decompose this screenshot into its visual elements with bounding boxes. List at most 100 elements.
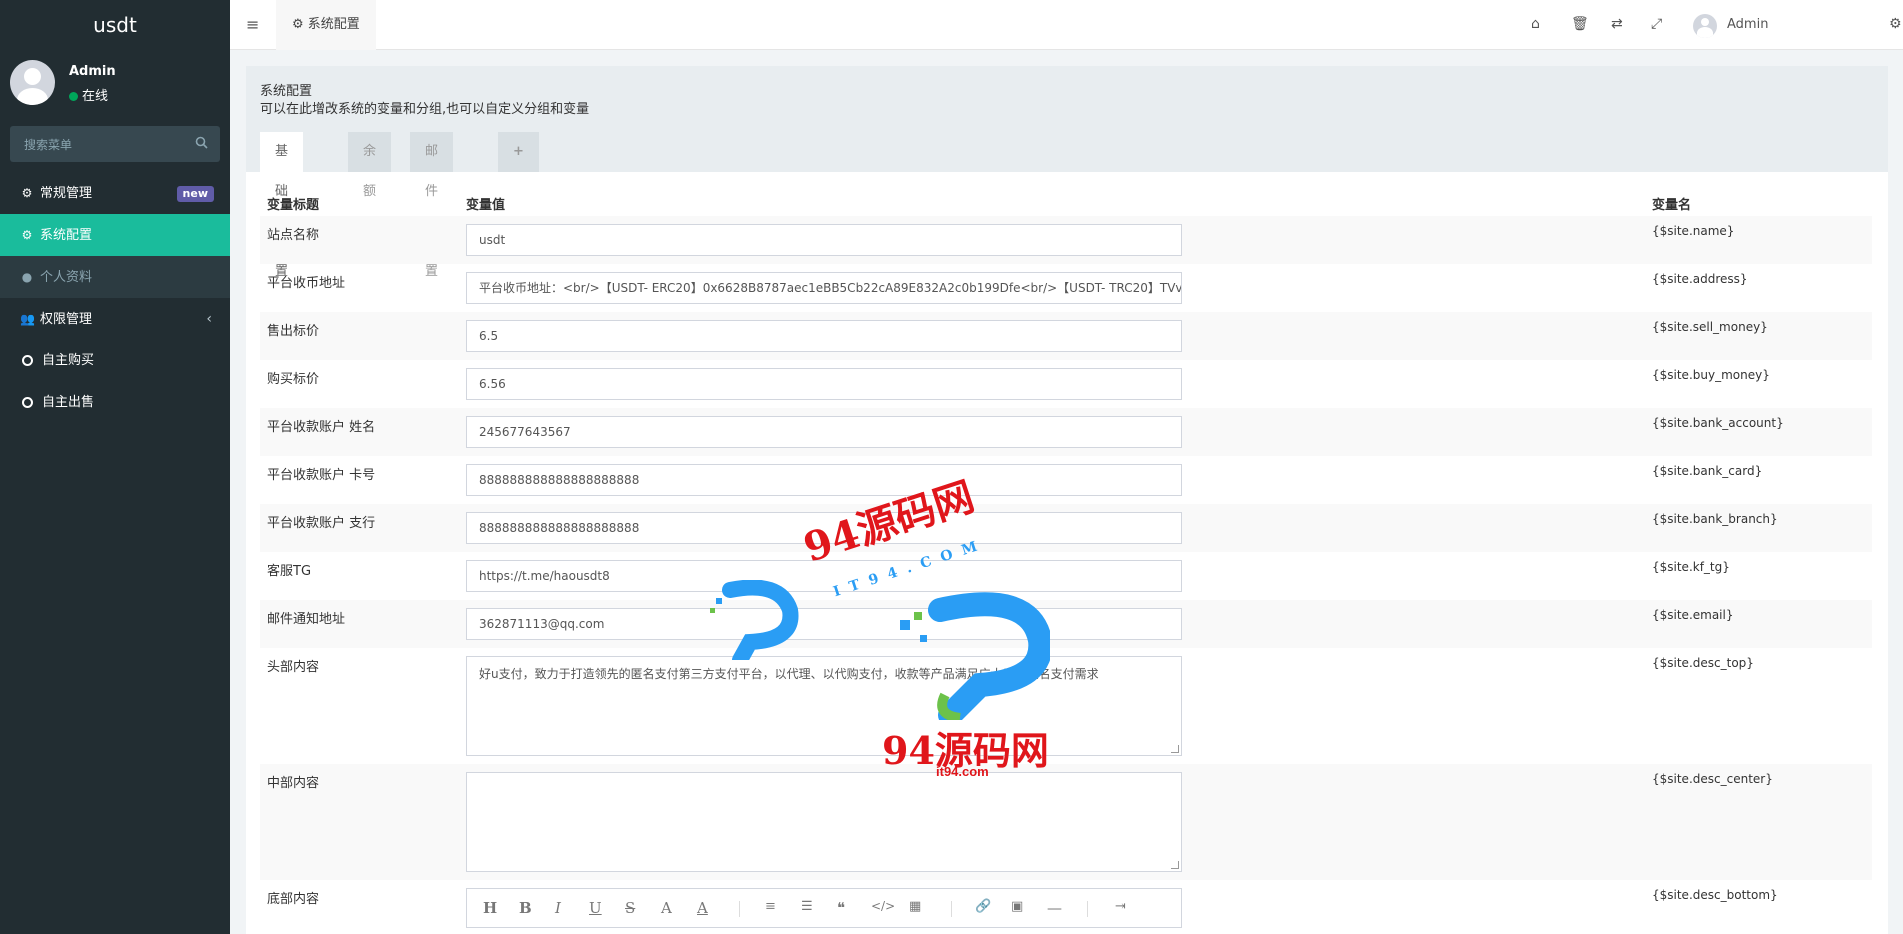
table-row: 底部内容 H B I U S A A ≡ ☰ ❝ </> ▦ 🔗 ▣ — ⇥ {… <box>260 880 1872 934</box>
toolbar-divider <box>951 901 952 917</box>
language-icon[interactable]: ⇄ <box>1611 16 1623 32</box>
resize-grip-icon[interactable] <box>1171 861 1179 869</box>
ordered-list-icon[interactable]: ≡ <box>765 899 776 914</box>
italic-icon[interactable]: I <box>555 899 561 917</box>
row-label: 底部内容 <box>267 892 320 907</box>
panel-heading: 系统配置 可以在此增改系统的变量和分组,也可以自定义分组和变量 基础配置 余额 … <box>246 66 1888 279</box>
row-label: 平台收币地址 <box>267 276 346 291</box>
row-var-name: {$site.desc_top} <box>1652 656 1754 670</box>
row-label: 购买标价 <box>267 372 320 387</box>
sell-price-input[interactable]: 6.5 <box>466 320 1182 352</box>
table-row: 平台收币地址 平台收币地址：<br/>【USDT- ERC20】0x6628B8… <box>260 264 1872 312</box>
header-avatar[interactable] <box>1693 14 1717 38</box>
table-row: 平台收款账户 支行 888888888888888888888 {$site.b… <box>260 504 1872 552</box>
row-var-name: {$site.desc_bottom} <box>1652 888 1778 902</box>
sidebar-item-system-config[interactable]: ⚙ 系统配置 <box>0 214 230 256</box>
table-row: 客服TG https://t.me/haousdt8 {$site.kf_tg} <box>260 552 1872 600</box>
sidebar-item-self-sell[interactable]: 自主出售 <box>0 382 230 424</box>
image-icon[interactable]: ▣ <box>1011 899 1023 914</box>
kf-tg-input[interactable]: https://t.me/haousdt8 <box>466 560 1182 592</box>
top-header: ≡ ⚙ 系统配置 ⌂ 🗑 ⇄ ⤢ Admin ⚙ <box>230 0 1903 50</box>
user-name: Admin <box>69 64 116 79</box>
email-input[interactable]: 362871113@qq.com <box>466 608 1182 640</box>
unordered-list-icon[interactable]: ☰ <box>801 899 813 914</box>
tab-system-config[interactable]: ⚙ 系统配置 <box>276 0 376 50</box>
fullscreen-icon[interactable]: ⤢ <box>1651 16 1662 32</box>
row-var-name: {$site.buy_money} <box>1652 368 1770 382</box>
row-var-name: {$site.address} <box>1652 272 1748 286</box>
desc-top-textarea[interactable]: 好u支付，致力于打造领先的匿名支付第三方支付平台，以代理、以代购支付，收款等产品… <box>466 656 1182 756</box>
underline-icon[interactable]: U <box>589 899 602 917</box>
strikethrough-icon[interactable]: S <box>625 899 635 917</box>
table-row: 邮件通知地址 362871113@qq.com {$site.email} <box>260 600 1872 648</box>
heading-icon[interactable]: H <box>483 899 497 917</box>
sidebar-item-self-buy[interactable]: 自主购买 <box>0 340 230 382</box>
bank-account-input[interactable]: 245677643567 <box>466 416 1182 448</box>
sidebar-item-profile[interactable]: ● 个人资料 <box>0 256 230 298</box>
menu-toggle-icon[interactable]: ≡ <box>246 15 259 34</box>
online-dot-icon <box>69 92 78 101</box>
toolbar-divider <box>739 901 740 917</box>
sidebar-item-permissions[interactable]: 👥 权限管理 ‹ <box>0 298 230 340</box>
user-avatar <box>10 60 55 105</box>
config-panel: 系统配置 可以在此增改系统的变量和分组,也可以自定义分组和变量 基础配置 余额 … <box>246 66 1888 934</box>
user-panel: Admin 在线 <box>0 50 230 120</box>
user-status: 在线 <box>69 85 108 104</box>
settings-icon[interactable]: ⚙ <box>1889 16 1902 32</box>
add-group-button[interactable]: + <box>498 132 539 172</box>
table-row: 平台收款账户 姓名 245677643567 {$site.bank_accou… <box>260 408 1872 456</box>
tab-balance[interactable]: 余额 <box>348 132 392 199</box>
sidebar-menu: ⚙ 常规管理 new ⚙ 系统配置 ● 个人资料 👥 权限管理 ‹ 自主购买 自主出售 <box>0 172 230 424</box>
quote-icon[interactable]: ❝ <box>837 899 845 917</box>
row-var-name: {$site.bank_card} <box>1652 464 1763 478</box>
site-name-input[interactable]: usdt <box>466 224 1182 256</box>
tab-email[interactable]: 邮件配置 <box>410 132 454 279</box>
indent-icon[interactable]: ⇥ <box>1115 899 1126 914</box>
table-row: 平台收款账户 卡号 888888888888888888888 {$site.b… <box>260 456 1872 504</box>
buy-price-input[interactable]: 6.56 <box>466 368 1182 400</box>
search-placeholder: 搜索菜单 <box>24 138 73 152</box>
page-subtitle: 可以在此增改系统的变量和分组,也可以自定义分组和变量 <box>260 102 590 117</box>
user-icon: ● <box>21 270 33 284</box>
header-user-name[interactable]: Admin <box>1727 17 1768 32</box>
header-var: 变量名 <box>1652 198 1692 213</box>
new-badge: new <box>176 186 214 202</box>
header-title: 变量标题 <box>267 198 320 213</box>
menu-search-input[interactable]: 搜索菜单 <box>10 126 220 162</box>
row-label: 售出标价 <box>267 324 320 339</box>
link-icon[interactable]: 🔗 <box>975 899 991 914</box>
row-label: 客服TG <box>267 564 312 579</box>
circle-icon <box>22 397 33 408</box>
table-icon[interactable]: ▦ <box>909 899 921 914</box>
horizontal-rule-icon[interactable]: — <box>1047 899 1062 917</box>
chevron-left-icon: ‹ <box>206 311 212 327</box>
gear-icon: ⚙ <box>292 17 308 32</box>
resize-grip-icon[interactable] <box>1171 745 1179 753</box>
background-color-icon[interactable]: A <box>697 899 708 917</box>
bank-card-input[interactable]: 888888888888888888888 <box>466 464 1182 496</box>
tab-basic[interactable]: 基础配置 <box>260 132 304 279</box>
row-var-name: {$site.email} <box>1652 608 1734 622</box>
row-label: 平台收款账户 支行 <box>267 516 376 531</box>
bold-icon[interactable]: B <box>519 899 532 917</box>
header-value: 变量值 <box>466 198 506 213</box>
table-row: 站点名称 usdt {$site.name} <box>260 216 1872 264</box>
font-color-icon[interactable]: A <box>661 899 672 917</box>
brand-logo[interactable]: usdt <box>0 0 230 50</box>
sidebar: usdt Admin 在线 搜索菜单 ⚙ 常规管理 new ⚙ 系统配置 ● 个人资料… <box>0 0 230 934</box>
table-row: 头部内容 好u支付，致力于打造领先的匿名支付第三方支付平台，以代理、以代购支付，… <box>260 648 1872 764</box>
toolbar-divider <box>1087 901 1088 917</box>
header-actions: ⌂ 🗑 ⇄ ⤢ Admin ⚙ <box>1503 0 1903 50</box>
bank-branch-input[interactable]: 888888888888888888888 <box>466 512 1182 544</box>
desc-center-textarea[interactable] <box>466 772 1182 872</box>
trash-icon[interactable]: 🗑 <box>1571 16 1589 32</box>
row-label: 平台收款账户 姓名 <box>267 420 376 435</box>
code-icon[interactable]: </> <box>871 899 895 913</box>
address-input[interactable]: 平台收币地址：<br/>【USDT- ERC20】0x6628B8787aec1… <box>466 272 1182 304</box>
sidebar-item-general[interactable]: ⚙ 常规管理 new <box>0 172 230 214</box>
home-icon[interactable]: ⌂ <box>1531 16 1540 32</box>
table-row: 中部内容 {$site.desc_center} <box>260 764 1872 880</box>
circle-icon <box>22 355 33 366</box>
users-icon: 👥 <box>20 312 35 326</box>
search-icon[interactable] <box>195 136 208 149</box>
